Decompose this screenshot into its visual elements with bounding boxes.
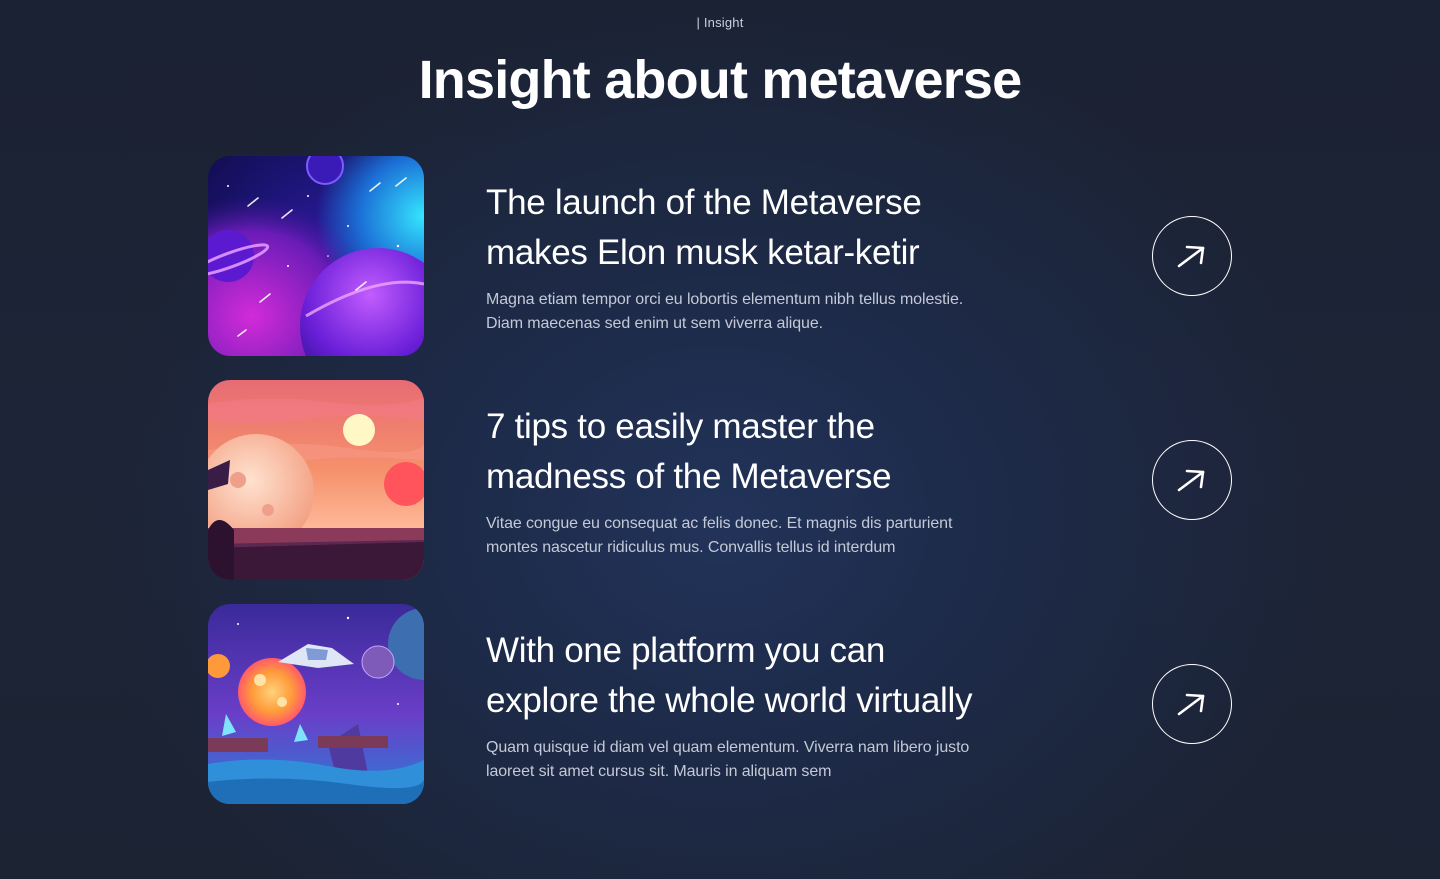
- arrow-up-right-icon: [1177, 693, 1205, 716]
- article-title[interactable]: The launch of the Metaverse makes Elon m…: [486, 178, 1046, 278]
- sunset-moon-image: [208, 380, 424, 580]
- eyebrow-label: | Insight: [696, 15, 744, 30]
- spaceship-planet-image: [208, 604, 424, 804]
- article-description-line: Diam maecenas sed enim ut sem viverra al…: [486, 315, 823, 332]
- arrow-up-right-icon: [1177, 245, 1205, 268]
- article-description: Magna etiam tempor orci eu lobortis elem…: [486, 288, 1026, 336]
- read-more-button[interactable]: [1152, 216, 1232, 296]
- article-description-line: laoreet sit amet cursus sit. Mauris in a…: [486, 763, 832, 780]
- space-planets-illustration[interactable]: [208, 156, 424, 356]
- article-title-line: 7 tips to easily master the: [486, 407, 875, 446]
- article-title[interactable]: With one platform you can explore the wh…: [486, 626, 1046, 726]
- article-description: Quam quisque id diam vel quam elementum.…: [486, 736, 1026, 784]
- article-card[interactable]: With one platform you can explore the wh…: [208, 604, 1238, 804]
- article-title[interactable]: 7 tips to easily master the madness of t…: [486, 402, 1046, 502]
- article-title-line: madness of the Metaverse: [486, 457, 892, 496]
- article-card[interactable]: 7 tips to easily master the madness of t…: [208, 380, 1238, 580]
- article-description-line: Vitae congue eu consequat ac felis donec…: [486, 515, 953, 532]
- sunset-moon-illustration[interactable]: [208, 380, 424, 580]
- article-title-line: explore the whole world virtually: [486, 681, 973, 720]
- article-description-line: Quam quisque id diam vel quam elementum.…: [486, 739, 970, 756]
- article-card[interactable]: The launch of the Metaverse makes Elon m…: [208, 156, 1238, 356]
- read-more-button[interactable]: [1152, 664, 1232, 744]
- article-title-line: makes Elon musk ketar-ketir: [486, 233, 920, 272]
- article-title-line: The launch of the Metaverse: [486, 183, 922, 222]
- article-description-line: Magna etiam tempor orci eu lobortis elem…: [486, 291, 964, 308]
- spaceship-planet-illustration[interactable]: [208, 604, 424, 804]
- section-heading: Insight about metaverse: [418, 50, 1023, 110]
- article-description-line: montes nascetur ridiculus mus. Convallis…: [486, 539, 896, 556]
- article-title-line: With one platform you can: [486, 631, 886, 670]
- read-more-button[interactable]: [1152, 440, 1232, 520]
- space-planets-image: [208, 156, 424, 356]
- arrow-up-right-icon: [1177, 469, 1205, 492]
- article-description: Vitae congue eu consequat ac felis donec…: [486, 512, 1026, 560]
